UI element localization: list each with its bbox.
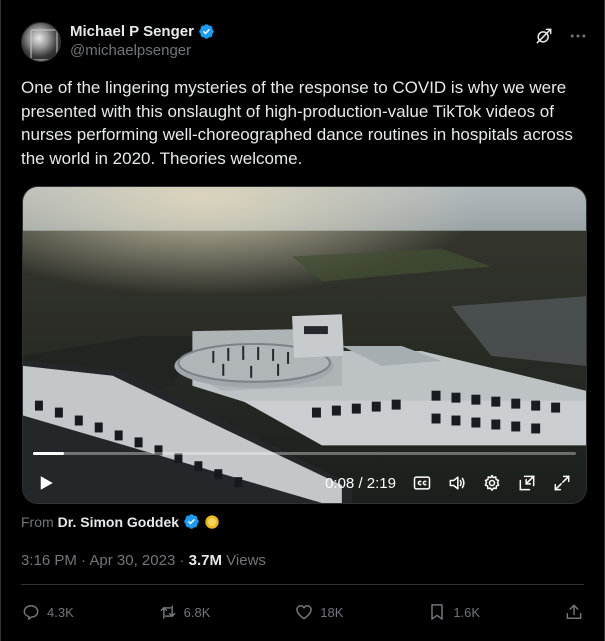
views-label: Views bbox=[222, 552, 266, 569]
share-button[interactable] bbox=[564, 602, 584, 622]
header-actions bbox=[534, 26, 588, 46]
repost-icon bbox=[160, 605, 176, 619]
bookmark-icon bbox=[431, 604, 444, 620]
bookmark-count: 1.6K bbox=[453, 604, 481, 620]
captions-icon[interactable] bbox=[412, 473, 432, 493]
tweet-header: Michael P Senger @michaelpsenger bbox=[21, 22, 588, 66]
video-controls: 0:08 / 2:19 bbox=[23, 465, 586, 501]
source-verified-badge-icon bbox=[184, 514, 199, 529]
video-progress-bar[interactable] bbox=[33, 452, 576, 455]
video-time: 0:08 / 2:19 bbox=[325, 475, 396, 492]
meta-separator: · bbox=[175, 552, 189, 569]
tweet-meta: 3:16 PM · Apr 30, 2023 · 3.7M Views bbox=[21, 552, 266, 569]
verified-badge-icon bbox=[199, 24, 214, 39]
settings-gear-icon[interactable] bbox=[482, 473, 502, 493]
repost-count: 6.8K bbox=[183, 604, 211, 620]
video-current-time: 0:08 bbox=[325, 474, 355, 492]
author-block: Michael P Senger @michaelpsenger bbox=[70, 23, 215, 59]
from-label: From bbox=[21, 513, 54, 530]
video-source: From Dr. Simon Goddek bbox=[21, 513, 220, 530]
reply-icon bbox=[23, 605, 39, 620]
video-progress-fill bbox=[33, 452, 64, 455]
fullscreen-icon[interactable] bbox=[552, 473, 572, 493]
avatar[interactable] bbox=[21, 22, 61, 62]
video-time-separator: / bbox=[354, 474, 367, 492]
repost-button[interactable]: 6.8K bbox=[158, 602, 211, 622]
volume-icon[interactable] bbox=[447, 473, 467, 493]
views-count: 3.7M bbox=[188, 552, 222, 569]
tweet-time[interactable]: 3:16 PM bbox=[21, 552, 77, 569]
heart-icon bbox=[296, 605, 313, 620]
action-bar: 4.3K 6.8K 18K 1.6K bbox=[21, 598, 584, 626]
source-author-name[interactable]: Dr. Simon Goddek bbox=[58, 514, 179, 530]
author-display-name[interactable]: Michael P Senger bbox=[70, 23, 194, 40]
picture-in-picture-icon[interactable] bbox=[517, 473, 537, 493]
more-options-icon[interactable] bbox=[568, 26, 588, 46]
video-player[interactable]: 0:08 / 2:19 bbox=[22, 186, 587, 504]
video-duration: 2:19 bbox=[366, 474, 396, 492]
grok-icon[interactable] bbox=[534, 26, 554, 46]
play-icon[interactable] bbox=[37, 474, 55, 492]
tweet-text: One of the lingering mysteries of the re… bbox=[21, 78, 573, 168]
affiliate-badge-icon bbox=[205, 514, 219, 529]
tweet-card: Michael P Senger @michaelpsenger One of … bbox=[0, 0, 605, 641]
author-handle[interactable]: @michaelpsenger bbox=[70, 42, 215, 59]
reply-button[interactable]: 4.3K bbox=[21, 602, 74, 622]
bookmark-button[interactable]: 1.6K bbox=[427, 602, 480, 622]
divider bbox=[21, 584, 584, 585]
reply-count: 4.3K bbox=[47, 604, 74, 620]
like-count: 18K bbox=[320, 604, 344, 620]
share-icon bbox=[566, 604, 582, 619]
meta-separator: · bbox=[76, 552, 90, 569]
like-button[interactable]: 18K bbox=[294, 602, 343, 622]
video-frame bbox=[23, 187, 586, 503]
tweet-date[interactable]: Apr 30, 2023 bbox=[89, 552, 175, 569]
